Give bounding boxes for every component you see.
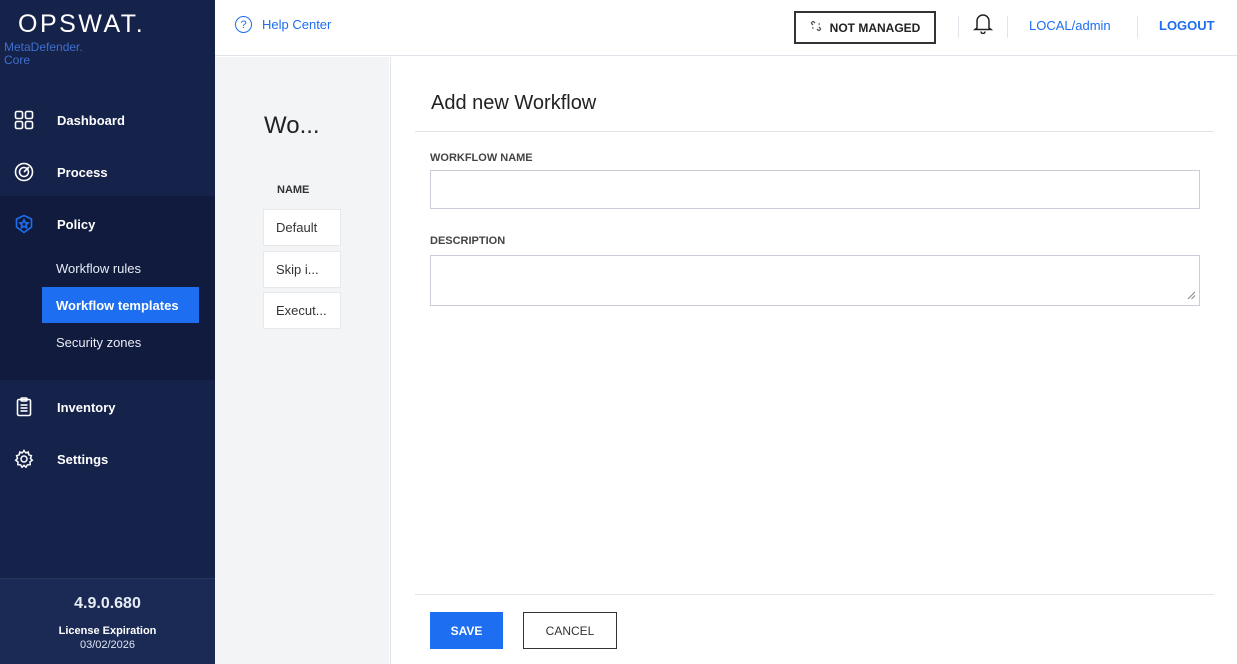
workflow-name-label: WORKFLOW NAME xyxy=(430,152,533,164)
help-center-label: Help Center xyxy=(262,17,332,32)
nav-item-inventory[interactable]: Inventory xyxy=(0,383,215,431)
shield-icon xyxy=(13,213,35,235)
sidebar-footer: 4.9.0.680 License Expiration 03/02/2026 xyxy=(0,578,215,664)
sidebar: OPSWAT. MetaDefender. Core Dashboard Pro… xyxy=(0,0,215,664)
resize-grip-icon[interactable] xyxy=(1187,291,1235,662)
list-item[interactable]: Execut... xyxy=(263,292,341,329)
user-link[interactable]: LOCAL/admin xyxy=(1029,18,1111,33)
grid-icon xyxy=(13,109,35,131)
nav-item-dashboard[interactable]: Dashboard xyxy=(0,96,215,144)
nav-label-policy: Policy xyxy=(57,216,96,232)
clipboard-icon xyxy=(13,396,35,418)
product-name-line2: Core xyxy=(4,53,31,67)
logout-button[interactable]: LOGOUT xyxy=(1159,18,1215,33)
gear-icon xyxy=(13,448,35,470)
list-item[interactable]: Skip i... xyxy=(263,251,341,288)
nav-label-settings: Settings xyxy=(57,451,109,467)
divider xyxy=(1137,16,1138,38)
sidebar-item-workflow-rules[interactable]: Workflow rules xyxy=(42,250,199,286)
divider xyxy=(958,16,959,38)
nav-item-settings[interactable]: Settings xyxy=(0,435,215,483)
save-button[interactable]: SAVE xyxy=(430,612,503,649)
unlink-icon xyxy=(810,20,822,35)
help-icon: ? xyxy=(235,16,252,33)
nav-label-inventory: Inventory xyxy=(57,399,116,415)
opswat-logo[interactable]: OPSWAT. xyxy=(18,10,145,39)
cancel-button[interactable]: CANCEL xyxy=(523,612,617,649)
sidebar-item-workflow-templates[interactable]: Workflow templates xyxy=(42,287,199,323)
version-text: 4.9.0.680 xyxy=(74,595,141,612)
column-header-name[interactable]: NAME xyxy=(277,184,309,196)
description-textarea[interactable] xyxy=(430,255,1200,306)
workflow-name-input[interactable] xyxy=(430,170,1200,209)
help-center-link[interactable]: ? Help Center xyxy=(235,16,331,33)
product-name: MetaDefender. Core xyxy=(4,41,83,67)
nav-label-process: Process xyxy=(57,164,108,180)
divider xyxy=(415,131,1214,132)
bell-icon[interactable] xyxy=(972,12,994,36)
sidebar-item-security-zones[interactable]: Security zones xyxy=(42,324,199,360)
top-bar: ? Help Center NOT MANAGED LOCAL/admin LO… xyxy=(215,0,1237,56)
divider xyxy=(1007,16,1008,38)
divider xyxy=(415,594,1214,595)
not-managed-label: NOT MANAGED xyxy=(829,20,921,35)
license-expiration-label: License Expiration xyxy=(58,625,157,637)
add-workflow-panel: Add new Workflow WORKFLOW NAME DESCRIPTI… xyxy=(390,57,1237,664)
nav-item-policy[interactable]: Policy xyxy=(0,200,215,248)
brand: OPSWAT. MetaDefender. Core xyxy=(0,0,215,88)
target-icon xyxy=(13,161,35,183)
list-item[interactable]: Default xyxy=(263,209,341,246)
page-title: Wo... xyxy=(264,112,320,139)
panel-title: Add new Workflow xyxy=(431,92,597,114)
nav-label-dashboard: Dashboard xyxy=(57,112,125,128)
nav-item-process[interactable]: Process xyxy=(0,148,215,196)
license-expiration-date: 03/02/2026 xyxy=(79,639,136,651)
not-managed-button[interactable]: NOT MANAGED xyxy=(794,11,936,44)
workflow-list-area: Wo... NAME Default Skip i... Execut... xyxy=(215,57,389,664)
description-label: DESCRIPTION xyxy=(430,235,506,247)
